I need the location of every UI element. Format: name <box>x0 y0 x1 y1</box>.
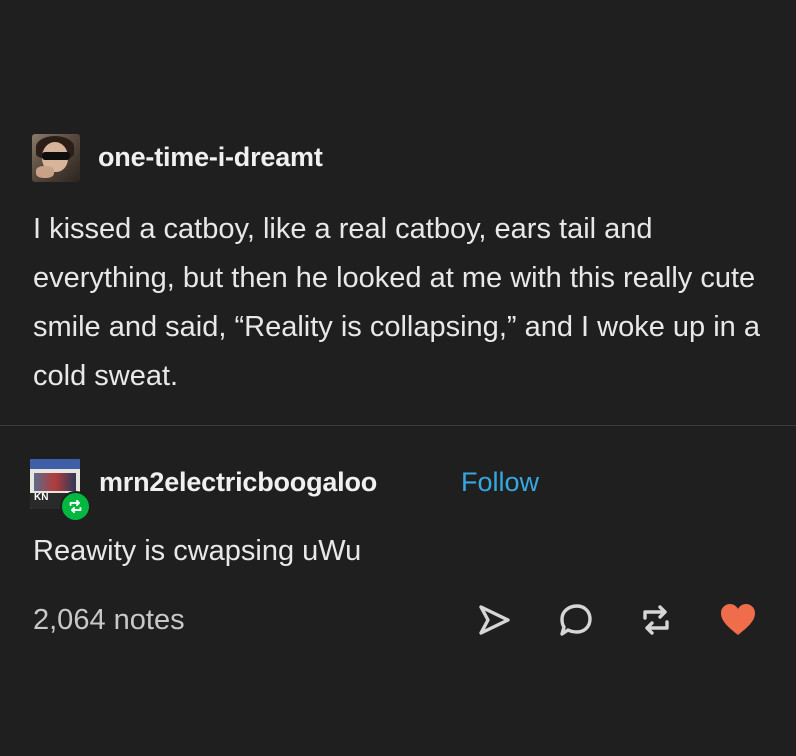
post-card: one-time-i-dreamt I kissed a catboy, lik… <box>0 0 796 756</box>
reply-icon[interactable] <box>557 601 595 639</box>
avatar-cover-text: KN <box>34 492 49 503</box>
follow-button[interactable]: Follow <box>461 467 539 498</box>
reblog-divider <box>0 425 796 426</box>
avatar-cover-photo <box>34 473 76 491</box>
original-poster-username[interactable]: one-time-i-dreamt <box>98 142 323 173</box>
reblog-badge-icon <box>60 491 91 522</box>
notes-count[interactable]: 2,064 notes <box>33 604 185 637</box>
reblog-comment-text: Reawity is cwapsing uWu <box>33 535 362 567</box>
reblogger-username[interactable]: mrn2electricboogaloo <box>99 467 377 498</box>
original-poster-avatar[interactable] <box>32 134 80 182</box>
avatar-hand <box>36 166 54 178</box>
avatar-cover-band <box>30 459 80 469</box>
post-body-text: I kissed a catboy, like a real catboy, e… <box>33 213 760 392</box>
like-heart-icon[interactable] <box>719 601 757 639</box>
avatar-sunglasses <box>42 152 70 160</box>
share-icon[interactable] <box>475 601 513 639</box>
reblog-icon[interactable] <box>637 601 675 639</box>
